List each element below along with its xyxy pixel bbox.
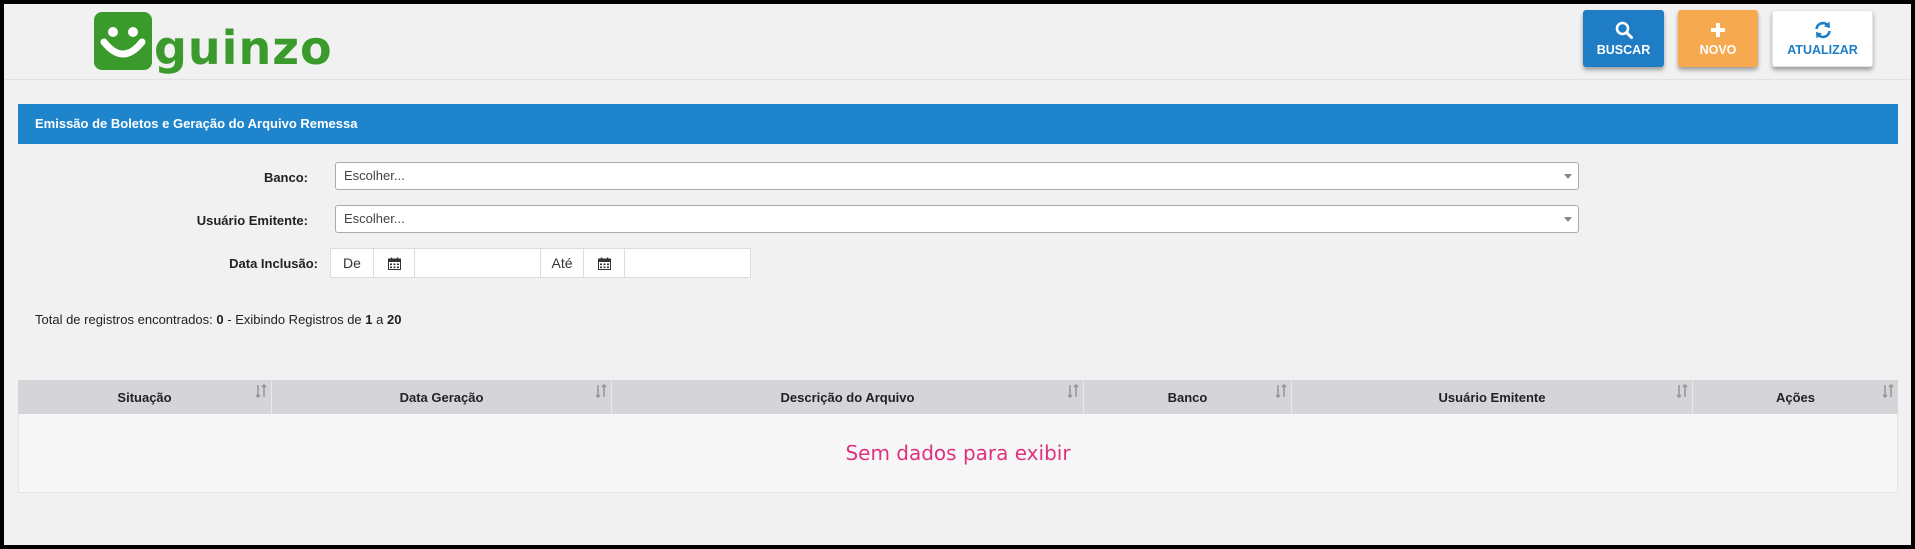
data-inclusao-label: Data Inclusão:: [229, 256, 318, 271]
search-button-label: BUSCAR: [1596, 43, 1651, 57]
totals-start: 1: [365, 312, 373, 327]
records-summary: Total de registros encontrados: 0 - Exib…: [35, 312, 401, 327]
totals-end: 20: [387, 312, 402, 327]
column-header-acoes[interactable]: Ações: [1693, 380, 1898, 414]
column-header-usuario[interactable]: Usuário Emitente: [1292, 380, 1693, 414]
logo: guinzo: [94, 10, 333, 72]
date-from-label: De: [330, 248, 374, 278]
date-range: De Até: [330, 248, 751, 278]
new-button-label: NOVO: [1699, 43, 1737, 57]
sort-icon: [1882, 384, 1894, 398]
totals-middle: - Exibindo Registros de: [227, 312, 362, 327]
totals-count: 0: [216, 312, 224, 327]
date-from-input[interactable]: [414, 248, 541, 278]
calendar-icon[interactable]: [373, 248, 415, 278]
column-label: Data Geração: [399, 389, 484, 405]
logo-text: guinzo: [154, 21, 333, 75]
new-button[interactable]: NOVO: [1678, 10, 1758, 67]
column-header-banco[interactable]: Banco: [1084, 380, 1292, 414]
sort-icon: [1067, 384, 1079, 398]
header: guinzo BUSCAR NOVO ATUALIZAR: [4, 4, 1911, 80]
search-icon: [1615, 20, 1633, 40]
sort-icon: [1275, 384, 1287, 398]
chevron-down-icon: [1564, 217, 1572, 222]
empty-state-message: Sem dados para exibir: [845, 441, 1071, 465]
column-label: Descrição do Arquivo: [780, 389, 915, 405]
column-label: Ações: [1775, 389, 1816, 405]
date-to-input[interactable]: [624, 248, 751, 278]
logo-smile-icon: [94, 12, 152, 70]
column-label: Usuário Emitente: [1438, 389, 1546, 405]
usuario-select[interactable]: Escolher...: [335, 205, 1579, 233]
sort-icon: [255, 384, 267, 398]
column-header-descricao[interactable]: Descrição do Arquivo: [612, 380, 1084, 414]
sort-icon: [595, 384, 607, 398]
calendar-icon[interactable]: [583, 248, 625, 278]
banco-select[interactable]: Escolher...: [335, 162, 1579, 190]
banco-label: Banco:: [263, 170, 308, 185]
totals-prefix: Total de registros encontrados:: [35, 312, 213, 327]
app-window: guinzo BUSCAR NOVO ATUALIZAR Emissão de …: [4, 4, 1911, 545]
refresh-button[interactable]: ATUALIZAR: [1772, 10, 1873, 67]
sort-icon: [1676, 384, 1688, 398]
column-header-data-geracao[interactable]: Data Geração: [272, 380, 612, 414]
table-header: Situação Data Geração Descrição do Arqui…: [18, 380, 1898, 414]
panel-title: Emissão de Boletos e Geração do Arquivo …: [18, 104, 1898, 144]
column-header-situacao[interactable]: Situação: [18, 380, 272, 414]
totals-sep: a: [376, 312, 384, 327]
search-button[interactable]: BUSCAR: [1583, 10, 1664, 67]
table-body: Sem dados para exibir: [18, 414, 1898, 493]
usuario-select-value: Escolher...: [344, 211, 405, 226]
column-label: Banco: [1167, 389, 1208, 405]
column-label: Situação: [117, 389, 172, 405]
chevron-down-icon: [1564, 174, 1572, 179]
plus-icon: [1709, 20, 1727, 40]
refresh-icon: [1813, 20, 1833, 40]
refresh-button-label: ATUALIZAR: [1787, 43, 1858, 57]
results-table: Situação Data Geração Descrição do Arqui…: [18, 380, 1898, 493]
banco-select-value: Escolher...: [344, 168, 405, 183]
date-to-label: Até: [540, 248, 584, 278]
usuario-label: Usuário Emitente:: [196, 213, 308, 228]
